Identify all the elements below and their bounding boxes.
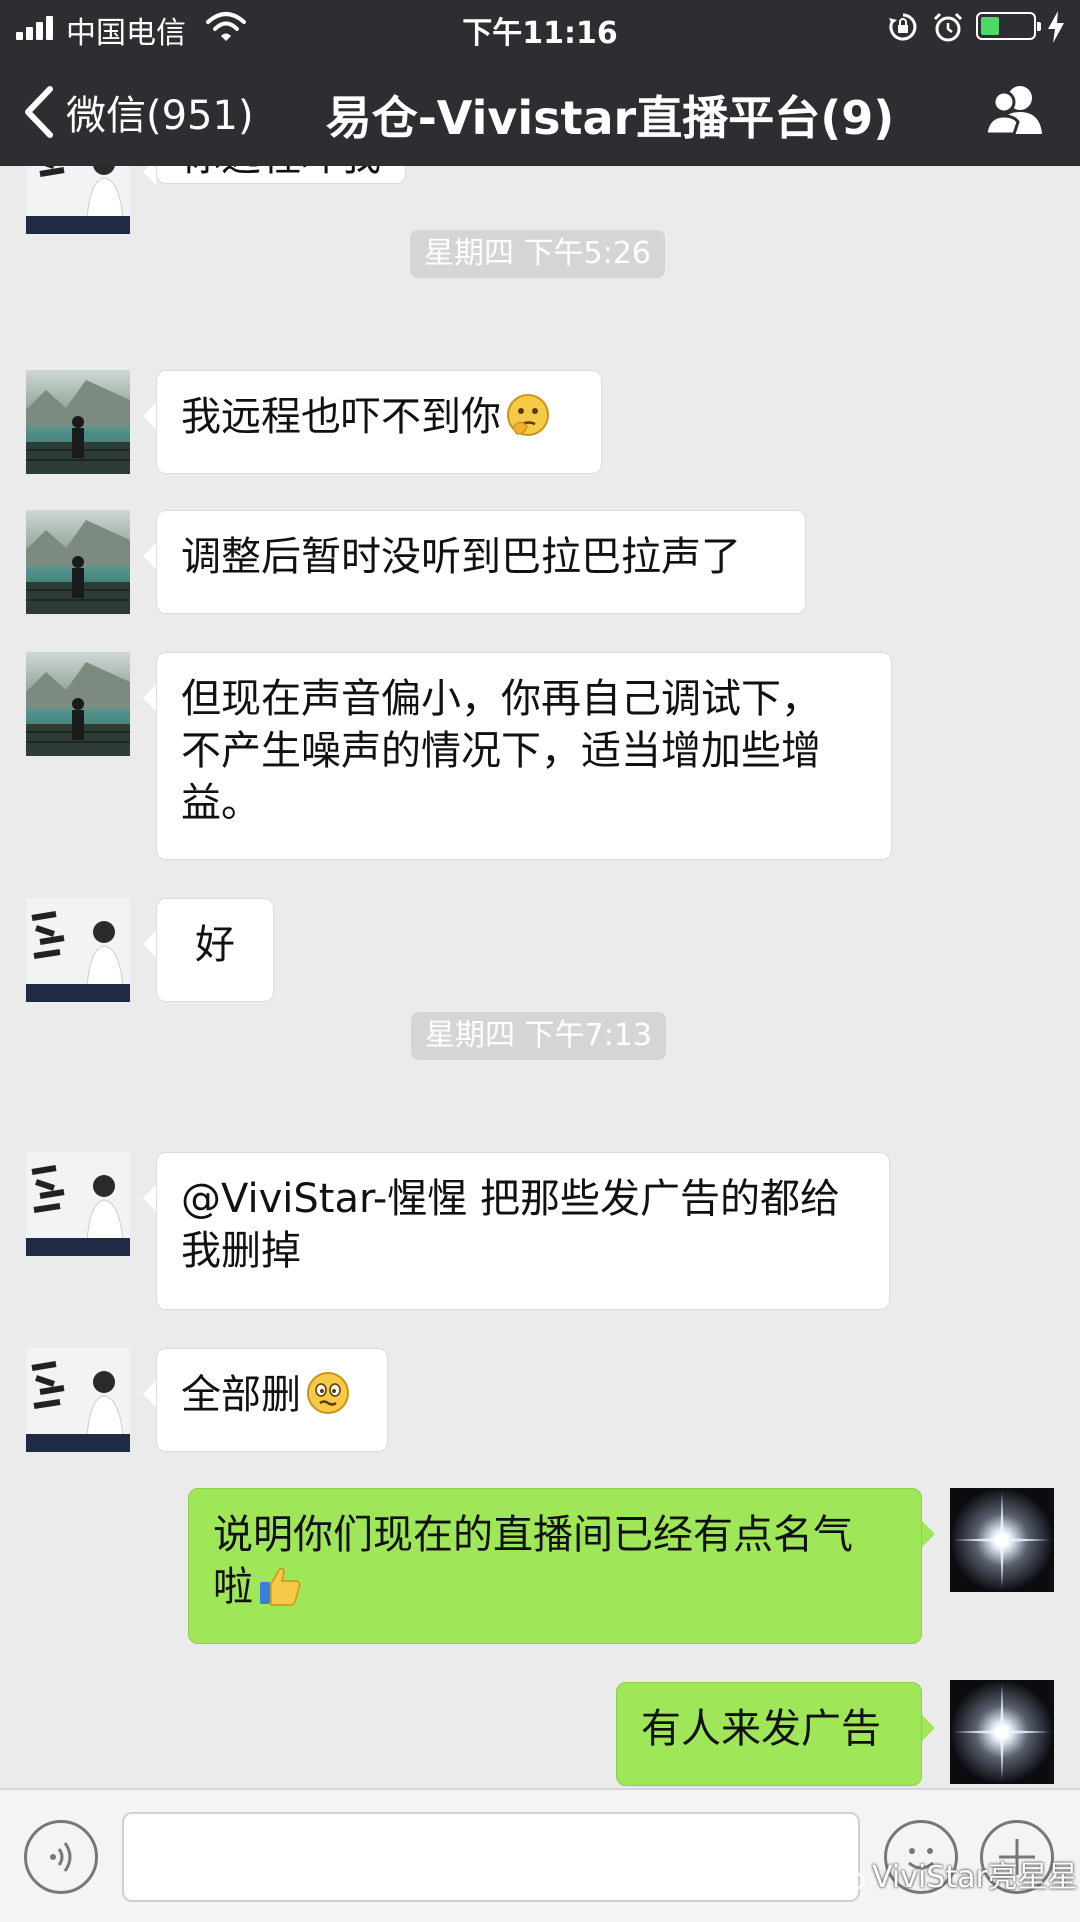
- input-bar: ViviStar亮星星: [0, 1788, 1080, 1922]
- chat-title: 易仓-Vivistar直播平台(9): [325, 91, 895, 145]
- wechat-icon: [826, 1863, 866, 1891]
- charging-icon: [1048, 11, 1064, 43]
- message-line: 益。: [181, 780, 261, 826]
- message-bubble[interactable]: 但现在声音偏小，你再自己调试下， 不产生噪声的情况下，适当增加些增 益。: [143, 652, 892, 860]
- message-text: 全部删: [181, 1372, 301, 1418]
- back-chevron-icon: [25, 86, 53, 138]
- message-bubble[interactable]: 有人来发广告: [616, 1682, 935, 1786]
- message-bubble[interactable]: 全部删: [143, 1348, 388, 1452]
- message-bubble[interactable]: 我远程也吓不到你: [143, 370, 602, 474]
- avatar[interactable]: [26, 1348, 130, 1452]
- chat-area[interactable]: 你远程吓我 星期四 下午5:26 我远程也吓不到你 调整后暂时没听到巴拉巴拉声了: [0, 166, 1080, 1788]
- back-label: 微信(951): [66, 93, 254, 139]
- lock-rotation-icon: [889, 13, 917, 41]
- message-input[interactable]: [122, 1812, 860, 1902]
- message-bubble[interactable]: 好: [143, 898, 274, 1002]
- alarm-icon: [933, 12, 963, 42]
- avatar-image: [26, 652, 130, 756]
- message-text: 调整后暂时没听到巴拉巴拉声了: [181, 534, 741, 580]
- avatar[interactable]: [26, 370, 130, 474]
- battery-icon: [976, 12, 1041, 40]
- nav-bar: 微信(951) 易仓-Vivistar直播平台(9): [0, 60, 1080, 160]
- status-bar: 中国电信 下午11:16: [0, 0, 1080, 55]
- message-line: 说明你们现在的直播间已经有点名气: [213, 1512, 853, 1558]
- message-text: 好: [195, 922, 235, 968]
- avatar[interactable]: [26, 166, 130, 234]
- message-text: 有人来发广告: [641, 1706, 881, 1752]
- woozy-emoji-icon: [307, 1372, 349, 1414]
- group-members-icon[interactable]: [984, 82, 1046, 136]
- timestamp: 星期四 下午5:26: [410, 230, 665, 278]
- avatar[interactable]: [26, 898, 130, 1002]
- message-line: 啦: [213, 1564, 253, 1610]
- avatar-image: [26, 898, 130, 1002]
- avatar-image: [950, 1680, 1054, 1784]
- top-bar: 中国电信 下午11:16 微信(951) 易仓-Vivistar直播平台(9): [0, 0, 1080, 166]
- my-avatar[interactable]: [950, 1488, 1054, 1592]
- avatar-image: [26, 166, 130, 234]
- avatar[interactable]: [26, 652, 130, 756]
- avatar-image: [26, 370, 130, 474]
- message-text: 你远程吓我: [181, 166, 381, 180]
- watermark: ViviStar亮星星: [826, 1852, 1078, 1896]
- message-bubble[interactable]: @ViviStar-惺惺 把那些发广告的都给 我删掉: [143, 1152, 890, 1310]
- avatar[interactable]: [26, 1152, 130, 1256]
- message-line: 但现在声音偏小，你再自己调试下，: [181, 676, 821, 722]
- message-line: 我删掉: [181, 1228, 301, 1274]
- timestamp: 星期四 下午7:13: [411, 1012, 666, 1060]
- message-text: 我远程也吓不到你: [181, 394, 501, 440]
- message-bubble[interactable]: 你远程吓我: [143, 166, 406, 185]
- message-line: @ViviStar-惺惺 把那些发广告的都给: [181, 1176, 841, 1222]
- my-avatar[interactable]: [950, 1680, 1054, 1784]
- clock: 下午11:16: [462, 16, 618, 51]
- message-bubble[interactable]: 调整后暂时没听到巴拉巴拉声了: [143, 510, 806, 614]
- thinking-emoji-icon: [507, 394, 549, 436]
- avatar-image: [26, 510, 130, 614]
- voice-button[interactable]: [24, 1820, 98, 1894]
- thumbs-up-emoji-icon: [260, 1567, 301, 1606]
- back-button[interactable]: 微信(951): [22, 82, 254, 142]
- message-line: 不产生噪声的情况下，适当增加些增: [181, 728, 821, 774]
- avatar-image: [26, 1152, 130, 1256]
- watermark-text: ViviStar亮星星: [872, 1860, 1078, 1895]
- avatar-image: [26, 1348, 130, 1452]
- voice-icon: [50, 1842, 72, 1872]
- avatar-image: [950, 1488, 1054, 1592]
- message-bubble[interactable]: 说明你们现在的直播间已经有点名气 啦: [188, 1488, 935, 1644]
- avatar[interactable]: [26, 510, 130, 614]
